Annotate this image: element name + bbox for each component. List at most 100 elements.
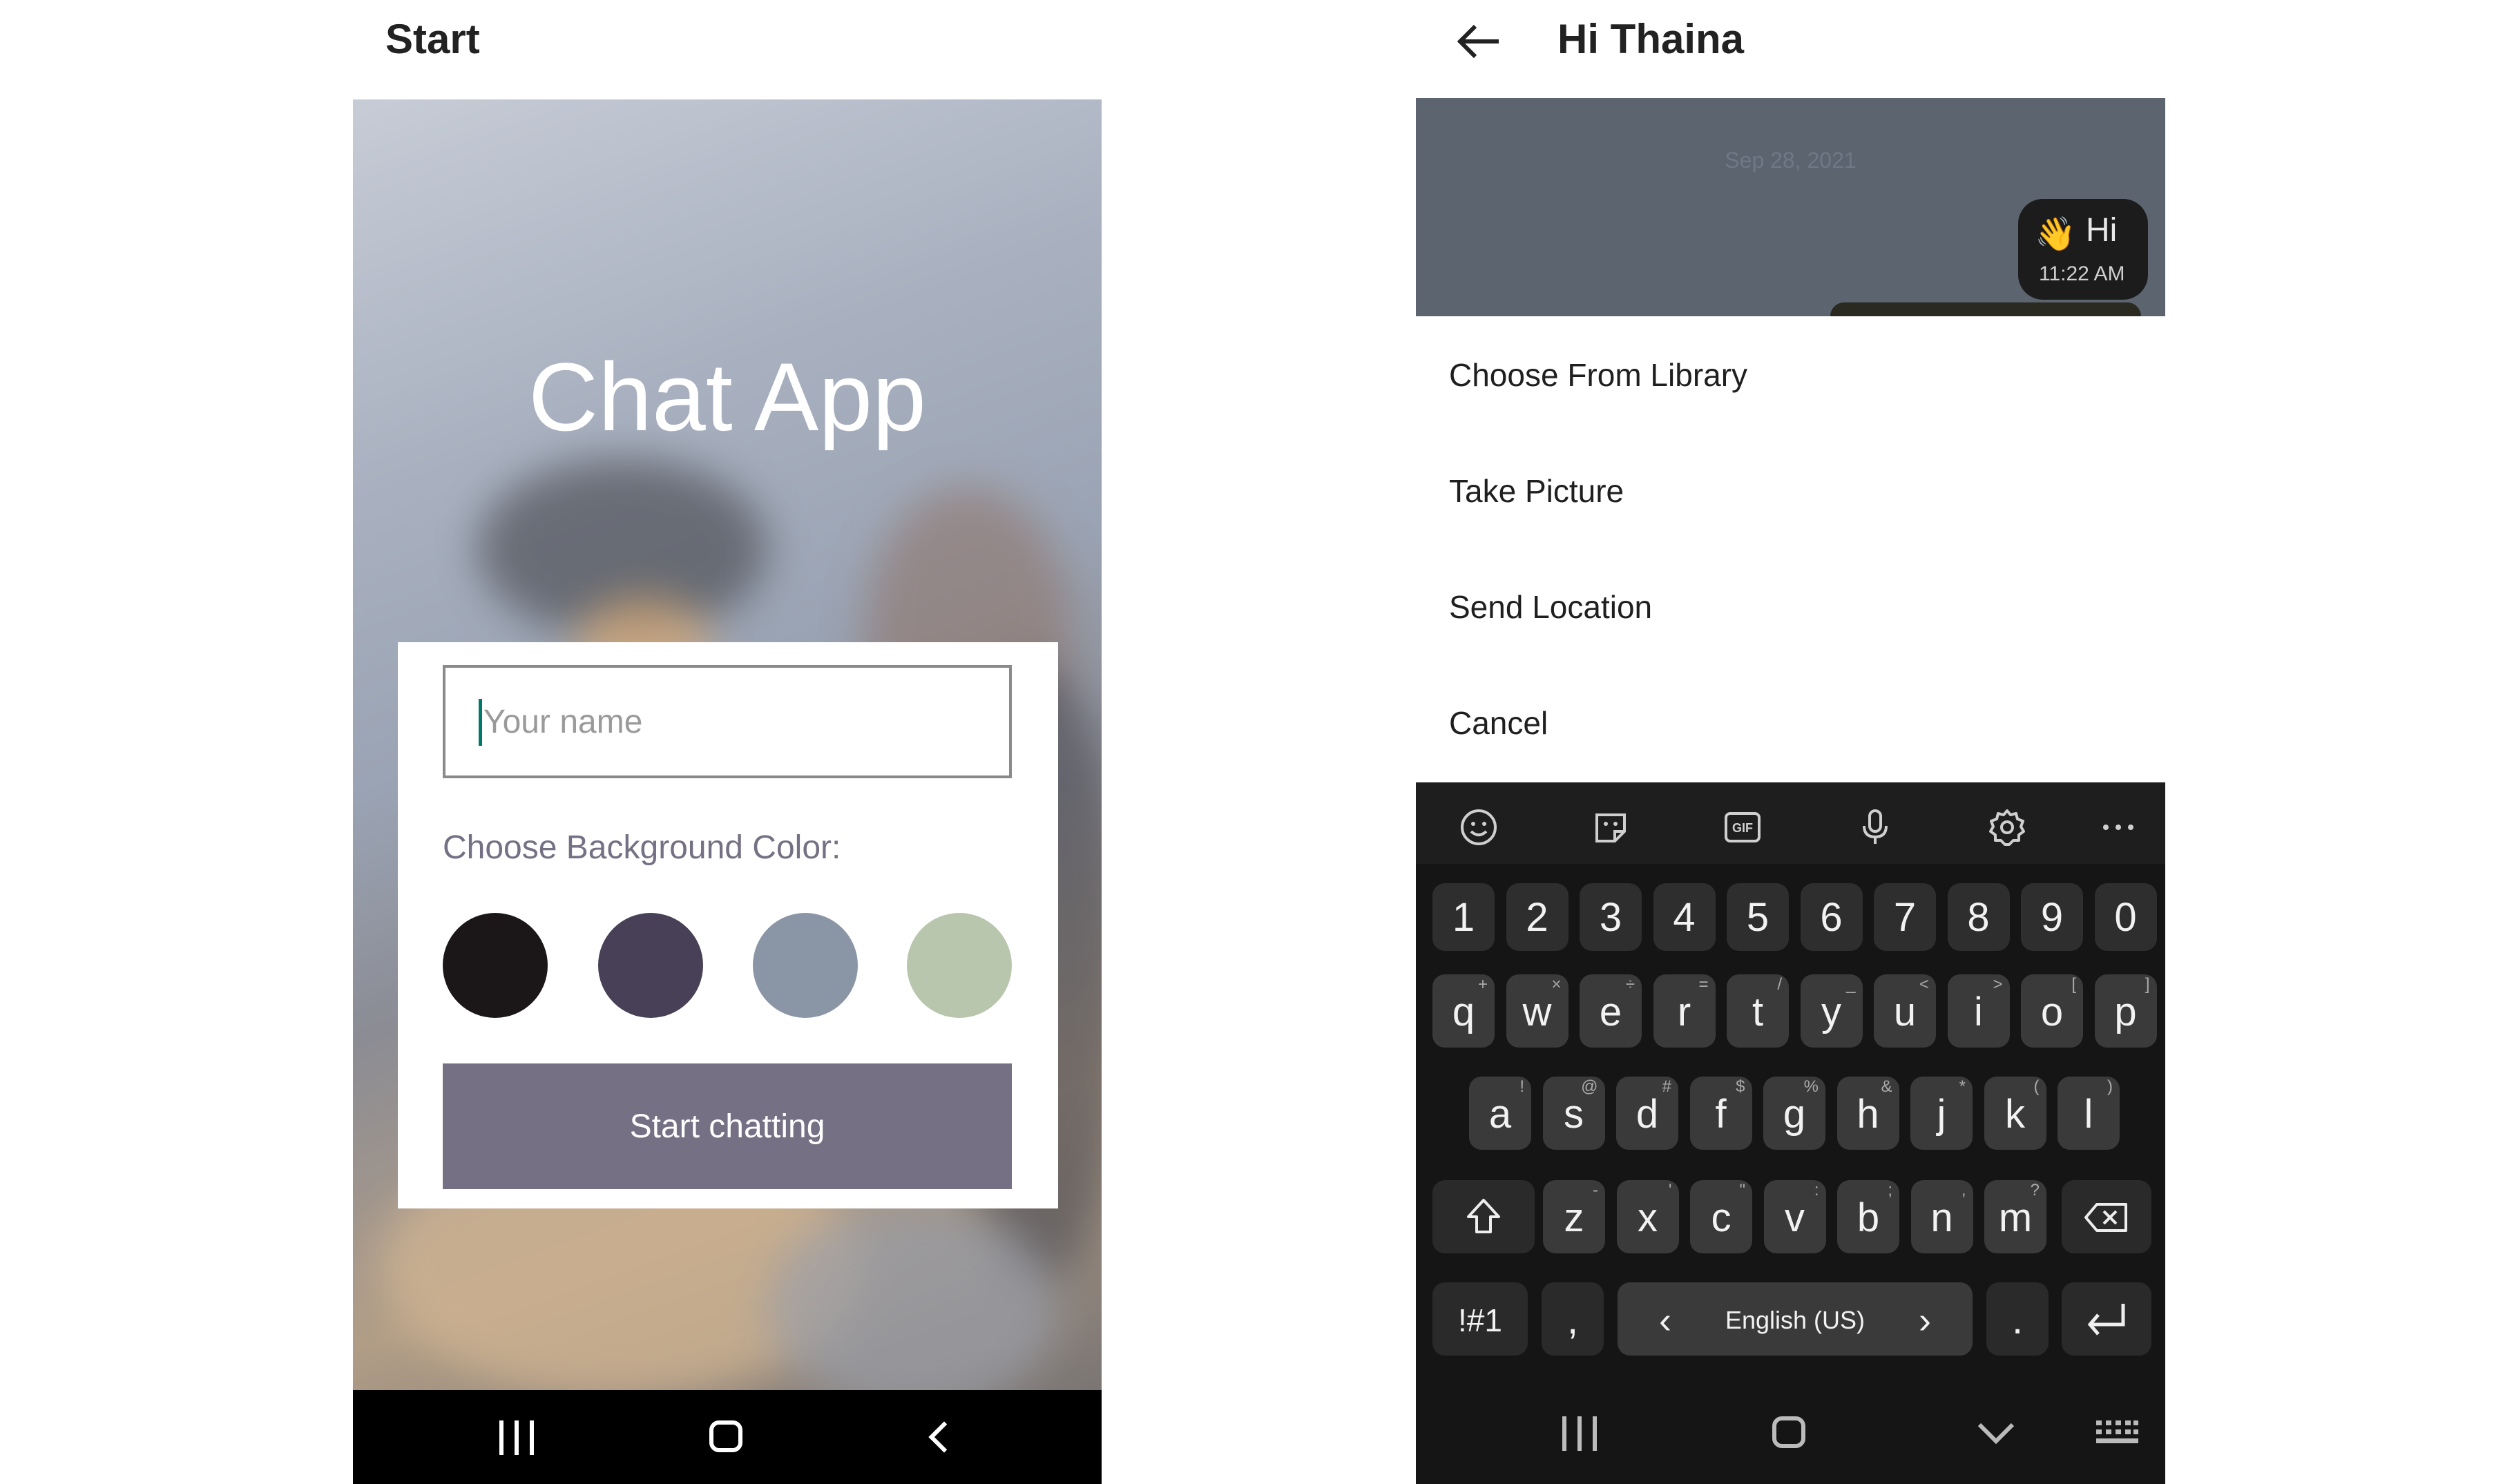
key-label: i	[1974, 990, 1983, 1034]
key-label: l	[2084, 1092, 2093, 1137]
key-label: 1	[1452, 895, 1475, 940]
key-label: !#1	[1458, 1302, 1502, 1338]
key-5[interactable]: 5	[1727, 883, 1789, 951]
color-swatch-gray-blue[interactable]	[753, 913, 858, 1018]
choose-from-library-option[interactable]: Choose From Library	[1449, 356, 1747, 394]
key-p[interactable]: p]	[2094, 974, 2157, 1048]
key-i[interactable]: i >	[1947, 974, 2010, 1048]
space-label: English (US)	[1725, 1306, 1865, 1334]
shift-key[interactable]	[1432, 1180, 1535, 1253]
key-q[interactable]: q +	[1432, 974, 1495, 1048]
key-label: y	[1821, 990, 1841, 1034]
key-2[interactable]: 2	[1506, 883, 1569, 951]
key-label: 7	[1893, 895, 1917, 940]
keyboard: GIF 1 2 3 4 5 6 7 8 9 0 q + w × e ÷ r = t / y _ u < i > o[p] a! s @ d #…	[1416, 782, 2165, 1484]
name-input[interactable]	[443, 665, 1012, 778]
key-j[interactable]: j *	[1910, 1077, 1973, 1150]
key-a[interactable]: a!	[1469, 1077, 1531, 1150]
shift-icon	[1467, 1199, 1500, 1233]
keyboard-switch-icon[interactable]	[2095, 1418, 2139, 1448]
symbols-key[interactable]: !#1	[1432, 1282, 1528, 1356]
enter-icon	[2087, 1304, 2125, 1336]
sticker-icon[interactable]	[1591, 807, 1631, 847]
home-icon[interactable]	[1772, 1416, 1805, 1448]
key-hint: (	[2033, 1077, 2040, 1096]
key-g[interactable]: g%	[1763, 1077, 1825, 1150]
emoji-icon[interactable]	[1459, 807, 1499, 847]
hide-keyboard-icon[interactable]	[1975, 1419, 2017, 1447]
key-w[interactable]: w ×	[1506, 974, 1569, 1048]
key-u[interactable]: u <	[1874, 974, 1936, 1048]
key-label: a	[1488, 1092, 1512, 1137]
key-r[interactable]: r =	[1653, 974, 1716, 1048]
key-label: g	[1783, 1092, 1806, 1137]
key-6[interactable]: 6	[1800, 883, 1863, 951]
system-nav-bar	[353, 1390, 1102, 1484]
key-hint: /	[1777, 975, 1782, 994]
key-f[interactable]: f $	[1689, 1077, 1752, 1150]
key-1[interactable]: 1	[1432, 883, 1495, 951]
key-label: k	[2005, 1092, 2025, 1137]
key-label: e	[1599, 990, 1622, 1034]
gif-icon[interactable]: GIF	[1723, 807, 1763, 847]
settings-icon[interactable]	[1987, 807, 2027, 847]
send-location-option[interactable]: Send Location	[1449, 588, 1652, 626]
key-label: ,	[1566, 1298, 1579, 1342]
key-7[interactable]: 7	[1874, 883, 1936, 951]
key-hint: ×	[1551, 975, 1562, 994]
color-swatch-green[interactable]	[907, 913, 1012, 1018]
key-label: n	[1930, 1195, 1953, 1240]
key-k[interactable]: k(	[1984, 1077, 2046, 1150]
take-picture-option[interactable]: Take Picture	[1449, 472, 1624, 510]
enter-key[interactable]	[2062, 1282, 2151, 1356]
key-m[interactable]: m?	[1984, 1180, 2046, 1253]
color-swatch-black[interactable]	[443, 913, 548, 1018]
cancel-option[interactable]: Cancel	[1449, 704, 1548, 742]
key-o[interactable]: o[	[2021, 974, 2083, 1048]
recents-icon[interactable]	[499, 1420, 538, 1455]
gif-label: GIF	[1732, 821, 1753, 835]
more-icon[interactable]	[2098, 807, 2138, 847]
microphone-icon[interactable]	[1855, 807, 1895, 847]
key-t[interactable]: t /	[1727, 974, 1789, 1048]
home-icon[interactable]	[709, 1420, 742, 1452]
key-l[interactable]: l)	[2057, 1077, 2120, 1150]
key-b[interactable]: b;	[1837, 1180, 1899, 1253]
key-8[interactable]: 8	[1947, 883, 2010, 951]
comma-key[interactable]: ,	[1542, 1282, 1604, 1356]
key-y[interactable]: y _	[1800, 974, 1863, 1048]
key-v[interactable]: v:	[1763, 1180, 1826, 1253]
key-0[interactable]: 0	[2094, 883, 2157, 951]
back-arrow-icon[interactable]	[1450, 14, 1506, 69]
key-c[interactable]: c "	[1690, 1180, 1752, 1253]
space-key[interactable]: ‹ English (US) ›	[1618, 1282, 1973, 1356]
key-label: 5	[1746, 895, 1769, 940]
key-4[interactable]: 4	[1653, 883, 1716, 951]
key-z[interactable]: z-	[1543, 1180, 1605, 1253]
period-key[interactable]: .	[1986, 1282, 2049, 1356]
image-message-preview	[1830, 302, 2141, 316]
key-label: h	[1857, 1092, 1879, 1137]
color-swatch-purple[interactable]	[598, 913, 703, 1018]
key-s[interactable]: s @	[1542, 1077, 1605, 1150]
backspace-key[interactable]	[2062, 1180, 2151, 1253]
key-hint: )	[2107, 1077, 2113, 1096]
message-bubble[interactable]: 👋 Hi 11:22 AM	[2018, 199, 2148, 300]
key-hint: ]	[2145, 975, 2150, 994]
key-label: v	[1785, 1195, 1805, 1240]
back-nav-icon[interactable]	[928, 1421, 960, 1453]
key-3[interactable]: 3	[1580, 883, 1642, 951]
action-sheet: Choose From Library Take Picture Send Lo…	[1416, 316, 2165, 782]
start-chatting-button[interactable]: Start chatting	[443, 1063, 1012, 1189]
key-9[interactable]: 9	[2021, 883, 2083, 951]
key-h[interactable]: h &	[1836, 1077, 1899, 1150]
key-label: 3	[1599, 895, 1622, 940]
key-label: o	[2040, 990, 2064, 1034]
recents-icon[interactable]	[1562, 1416, 1601, 1451]
key-n[interactable]: n,	[1910, 1180, 1973, 1253]
key-label: w	[1522, 990, 1552, 1034]
key-e[interactable]: e ÷	[1580, 974, 1642, 1048]
key-d[interactable]: d #	[1616, 1077, 1678, 1150]
start-screen: Chat App Choose Background Color: Start …	[353, 99, 1102, 1390]
key-x[interactable]: x '	[1616, 1180, 1679, 1253]
